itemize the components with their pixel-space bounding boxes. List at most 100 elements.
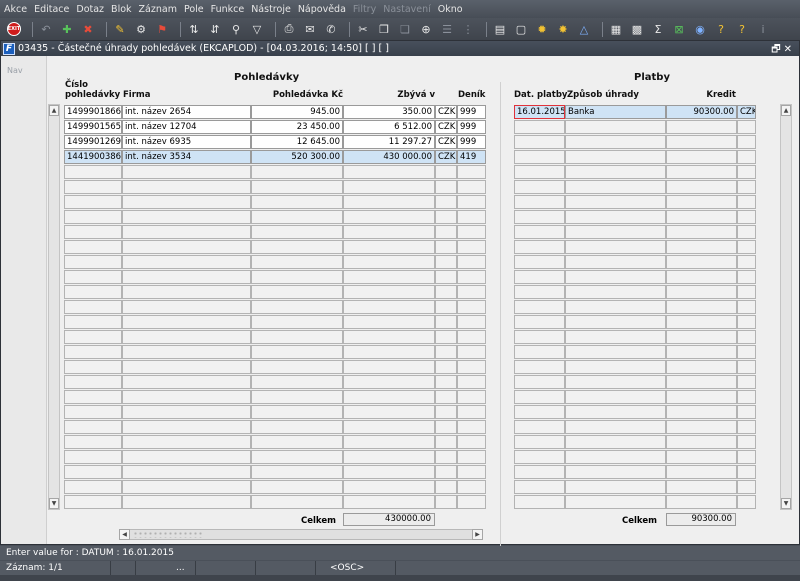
left-cell-pohledavka[interactable]: 520 300.00 xyxy=(251,150,343,164)
right-cell-kredit[interactable] xyxy=(666,420,737,434)
right-cell-mena[interactable] xyxy=(737,435,756,449)
right-cell-mena[interactable] xyxy=(737,390,756,404)
menu-item-11[interactable]: Okno xyxy=(438,4,463,15)
right-cell-zpusob[interactable] xyxy=(565,180,666,194)
copy-icon[interactable]: ❐ xyxy=(376,21,392,37)
scroll-down-icon[interactable]: ▼ xyxy=(49,498,59,509)
right-vertical-scrollbar[interactable]: ▲ ▼ xyxy=(780,104,792,510)
menu-item-5[interactable]: Pole xyxy=(184,4,204,15)
report-icon[interactable]: ▤ xyxy=(492,21,508,37)
left-cell-mena[interactable] xyxy=(435,255,457,269)
scroll-right-icon[interactable]: ▶ xyxy=(472,529,483,540)
scroll-left-icon[interactable]: ◀ xyxy=(119,529,130,540)
favorite-icon[interactable]: ✸ xyxy=(555,21,571,37)
left-cell-mena[interactable] xyxy=(435,165,457,179)
menu-item-0[interactable]: Akce xyxy=(4,4,27,15)
left-cell-cislo[interactable] xyxy=(64,180,122,194)
right-cell-datum[interactable] xyxy=(514,240,565,254)
scroll-up-icon[interactable]: ▲ xyxy=(49,105,59,116)
left-cell-cislo[interactable]: 1499901866 xyxy=(64,105,122,119)
left-cell-firma[interactable] xyxy=(122,435,251,449)
left-cell-cislo[interactable] xyxy=(64,495,122,509)
left-cell-denik[interactable] xyxy=(457,480,486,494)
left-cell-zbyva[interactable]: 350.00 xyxy=(343,105,435,119)
right-cell-datum[interactable] xyxy=(514,300,565,314)
right-cell-datum[interactable] xyxy=(514,360,565,374)
left-cell-zbyva[interactable] xyxy=(343,360,435,374)
right-cell-mena[interactable] xyxy=(737,300,756,314)
left-cell-pohledavka[interactable] xyxy=(251,315,343,329)
left-cell-denik[interactable] xyxy=(457,405,486,419)
left-cell-cislo[interactable] xyxy=(64,285,122,299)
right-cell-zpusob[interactable] xyxy=(565,270,666,284)
left-cell-denik[interactable] xyxy=(457,495,486,509)
right-cell-datum[interactable] xyxy=(514,495,565,509)
right-cell-datum[interactable] xyxy=(514,225,565,239)
right-cell-mena[interactable] xyxy=(737,120,756,134)
left-cell-mena[interactable] xyxy=(435,330,457,344)
left-cell-denik[interactable]: 999 xyxy=(457,120,486,134)
menu-item-6[interactable]: Funkce xyxy=(211,4,245,15)
excel-icon[interactable]: ⊠ xyxy=(671,21,687,37)
menu-item-10[interactable]: Nastavení xyxy=(383,4,431,15)
left-cell-pohledavka[interactable] xyxy=(251,285,343,299)
left-cell-mena[interactable] xyxy=(435,375,457,389)
left-cell-cislo[interactable]: 1499901269 xyxy=(64,135,122,149)
right-cell-mena[interactable] xyxy=(737,150,756,164)
right-cell-mena[interactable] xyxy=(737,345,756,359)
left-cell-firma[interactable] xyxy=(122,420,251,434)
right-cell-zpusob[interactable] xyxy=(565,255,666,269)
left-cell-firma[interactable] xyxy=(122,390,251,404)
menu-item-3[interactable]: Blok xyxy=(111,4,131,15)
right-cell-zpusob[interactable] xyxy=(565,300,666,314)
left-cell-pohledavka[interactable] xyxy=(251,495,343,509)
web-icon[interactable]: ◉ xyxy=(692,21,708,37)
right-cell-mena[interactable] xyxy=(737,375,756,389)
horizontal-scrollbar[interactable]: ◀ ▶ xyxy=(119,529,483,540)
left-cell-firma[interactable] xyxy=(122,405,251,419)
right-cell-datum[interactable] xyxy=(514,150,565,164)
left-cell-denik[interactable] xyxy=(457,450,486,464)
right-cell-mena[interactable] xyxy=(737,240,756,254)
left-cell-firma[interactable] xyxy=(122,495,251,509)
right-cell-mena[interactable] xyxy=(737,420,756,434)
right-cell-kredit[interactable] xyxy=(666,330,737,344)
right-cell-zpusob[interactable] xyxy=(565,345,666,359)
left-cell-firma[interactable] xyxy=(122,330,251,344)
enter-query-icon[interactable]: ✎ xyxy=(112,21,128,37)
scroll-down-icon[interactable]: ▼ xyxy=(781,498,791,509)
right-cell-zpusob[interactable] xyxy=(565,210,666,224)
left-cell-pohledavka[interactable] xyxy=(251,225,343,239)
left-cell-cislo[interactable] xyxy=(64,300,122,314)
left-cell-cislo[interactable] xyxy=(64,480,122,494)
left-cell-zbyva[interactable] xyxy=(343,480,435,494)
right-cell-kredit[interactable] xyxy=(666,210,737,224)
left-cell-cislo[interactable]: 1441900386 xyxy=(64,150,122,164)
left-cell-zbyva[interactable] xyxy=(343,180,435,194)
menu-item-9[interactable]: Filtry xyxy=(353,4,376,15)
left-cell-mena[interactable] xyxy=(435,300,457,314)
left-cell-pohledavka[interactable] xyxy=(251,195,343,209)
right-cell-datum[interactable] xyxy=(514,270,565,284)
filter-icon[interactable]: ▽ xyxy=(249,21,265,37)
left-cell-firma[interactable] xyxy=(122,165,251,179)
right-cell-kredit[interactable]: 90300.00 xyxy=(666,105,737,119)
left-cell-mena[interactable]: CZK xyxy=(435,105,457,119)
info-icon[interactable]: i xyxy=(755,21,771,37)
left-cell-denik[interactable] xyxy=(457,240,486,254)
right-cell-datum[interactable] xyxy=(514,315,565,329)
left-cell-pohledavka[interactable] xyxy=(251,240,343,254)
left-cell-cislo[interactable]: 1499901565 xyxy=(64,120,122,134)
right-cell-mena[interactable] xyxy=(737,210,756,224)
right-cell-kredit[interactable] xyxy=(666,255,737,269)
document-icon[interactable]: ▢ xyxy=(513,21,529,37)
left-cell-firma[interactable]: int. název 12704 xyxy=(122,120,251,134)
attach-icon[interactable]: ✉ xyxy=(302,21,318,37)
left-cell-denik[interactable] xyxy=(457,225,486,239)
left-cell-mena[interactable] xyxy=(435,240,457,254)
left-cell-mena[interactable] xyxy=(435,360,457,374)
menu-item-1[interactable]: Editace xyxy=(34,4,69,15)
scroll-up-icon[interactable]: ▲ xyxy=(781,105,791,116)
right-cell-zpusob[interactable] xyxy=(565,285,666,299)
left-cell-mena[interactable] xyxy=(435,285,457,299)
